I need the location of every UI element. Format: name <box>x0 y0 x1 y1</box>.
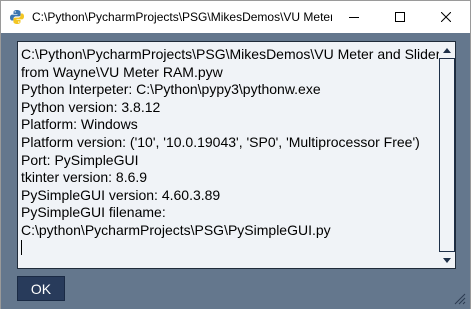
output-line: C:\python\PycharmProjects\PSG\PySimpleGU… <box>21 221 331 238</box>
maximize-icon <box>395 11 405 22</box>
scroll-down-button[interactable] <box>439 252 455 268</box>
window-content: C:\Python\PycharmProjects\PSG\MikesDemos… <box>1 33 470 309</box>
window-title: C:\Python\PycharmProjects\PSG\MikesDemos… <box>32 10 332 24</box>
output-line: from Wayne\VU Meter RAM.pyw <box>21 63 223 80</box>
text-cursor <box>21 239 22 255</box>
output-line: Port: PySimpleGUI <box>21 151 139 168</box>
arrow-down-icon <box>443 257 451 263</box>
output-line: Python Interpeter: C:\Python\pypy3\pytho… <box>21 81 321 98</box>
arrow-up-icon <box>443 47 451 53</box>
output-line: C:\Python\PycharmProjects\PSG\MikesDemos… <box>21 46 441 62</box>
output-line: Platform: Windows <box>21 116 138 133</box>
scrollbar-thumb[interactable] <box>440 59 454 251</box>
title-bar[interactable]: C:\Python\PycharmProjects\PSG\MikesDemos… <box>1 1 470 33</box>
ok-button[interactable]: OK <box>17 276 65 301</box>
output-line: Python version: 3.8.12 <box>21 98 161 115</box>
output-multiline[interactable]: C:\Python\PycharmProjects\PSG\MikesDemos… <box>17 41 456 269</box>
output-line: PySimpleGUI version: 4.60.3.89 <box>21 186 221 203</box>
popup-window: C:\Python\PycharmProjects\PSG\MikesDemos… <box>0 0 471 309</box>
output-text[interactable]: C:\Python\PycharmProjects\PSG\MikesDemos… <box>19 44 441 266</box>
close-button[interactable] <box>423 1 469 32</box>
vertical-scrollbar[interactable] <box>439 42 455 268</box>
minimize-icon <box>349 16 359 18</box>
output-line: PySimpleGUI filename: <box>21 204 166 221</box>
resize-grip-icon[interactable] <box>454 293 466 305</box>
scroll-up-button[interactable] <box>439 42 455 58</box>
close-icon <box>441 11 451 22</box>
output-line: tkinter version: 8.6.9 <box>21 169 148 186</box>
output-line: Platform version: ('10', '10.0.19043', '… <box>21 133 420 150</box>
python-icon <box>10 10 24 24</box>
maximize-button[interactable] <box>377 1 423 32</box>
minimize-button[interactable] <box>331 1 377 32</box>
